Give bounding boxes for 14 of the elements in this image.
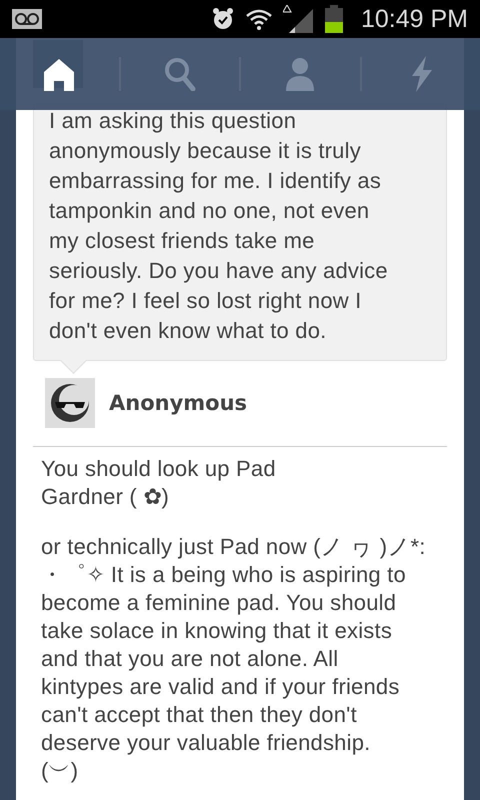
asker-avatar-icon <box>45 378 95 428</box>
answer-paragraph: You should look up Pad Gardner ( ✿) <box>41 455 277 511</box>
search-icon <box>164 57 196 91</box>
home-icon <box>42 57 76 91</box>
wifi-icon <box>244 8 273 30</box>
battery-icon <box>324 5 343 33</box>
answer-paragraph: or technically just Pad now (ノ ヮ )ノ*: ・゜✧ It is a being who is aspiring to become a feminine pad. You should take solace in knowing that it exists and that you are not alone. All kintypes are valid and if your friends can't accept that then they don't deserve your valuable friendship. (︶) <box>41 533 427 785</box>
asker-name: Anonymous <box>109 391 248 415</box>
alarm-clock-icon <box>210 7 235 31</box>
person-icon <box>286 57 314 91</box>
question-text: I am asking this question anonymously because it is truly embarrassing for me. I identify as tamponkin and no one, not even my closest friends take me seriously. Do you have any advice for me? I feel so lost right now I don't even know what to do. <box>49 107 389 345</box>
signal-icon <box>282 5 315 33</box>
status-time: 10:49 PM <box>360 4 468 34</box>
voicemail-icon <box>12 9 42 29</box>
